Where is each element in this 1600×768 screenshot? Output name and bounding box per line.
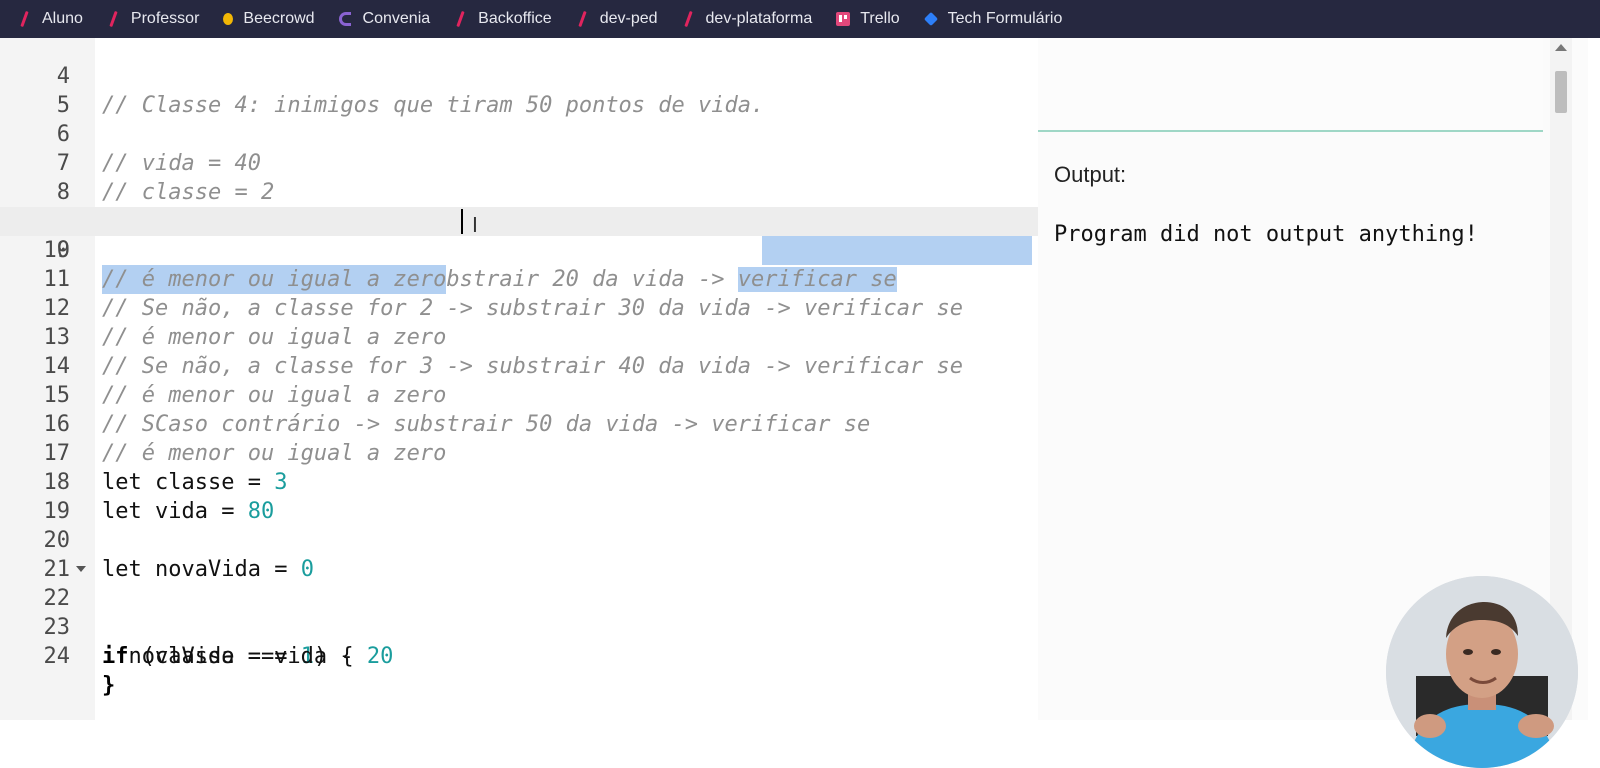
input-area[interactable] xyxy=(1038,38,1543,130)
presenter-image xyxy=(1386,576,1578,768)
code-line-6[interactable]: 6 // vida = 40 xyxy=(0,91,1038,176)
bookmark-label: Aluno xyxy=(42,10,83,27)
code-line-17[interactable]: 17 let classe = 3 xyxy=(0,410,1038,495)
bookmark-tech-formulario[interactable]: Tech Formulário xyxy=(924,10,1063,28)
code-editor[interactable]: 4 // Classe 4: inimigos que tiram 50 pon… xyxy=(0,38,1038,720)
scroll-up-arrow-icon[interactable] xyxy=(1555,44,1567,51)
fold-arrow-icon[interactable] xyxy=(76,566,86,572)
bookmark-dev-plataforma[interactable]: dev-plataforma xyxy=(682,10,813,28)
bookmarks-bar: Aluno Professor Beecrowd Convenia Backof… xyxy=(0,0,1600,38)
bookmark-label: Trello xyxy=(860,10,900,27)
code-line-14[interactable]: 14 // é menor ou igual a zero xyxy=(0,323,1038,408)
bookmark-label: Convenia xyxy=(362,10,431,27)
code-line-7[interactable]: 7 // classe = 2 xyxy=(0,120,1038,205)
slash-icon xyxy=(107,12,121,26)
bookmark-label: Tech Formulário xyxy=(947,10,1063,27)
code-line-9[interactable]: 9 // Se a classe for 1 -> substrair 20 d… xyxy=(0,178,1038,292)
code-line-16[interactable]: 16 // é menor ou igual a zero xyxy=(0,381,1038,466)
code-line-4[interactable]: 4 // Classe 4: inimigos que tiram 50 pon… xyxy=(0,38,1038,118)
code-line-18[interactable]: 18 let vida = 80 xyxy=(0,439,1038,524)
code-line-11[interactable]: 11 // Se não, a classe for 2 -> substrai… xyxy=(0,236,1038,321)
slash-icon xyxy=(18,12,32,26)
bookmark-convenia[interactable]: Convenia xyxy=(338,10,431,28)
code-line-23[interactable]: 23 novaVida = vida - 20 xyxy=(0,584,1038,669)
output-label: Output: xyxy=(1054,162,1127,187)
bookmark-label: Backoffice xyxy=(478,10,552,27)
code-line-13[interactable]: 13 // Se não, a classe for 3 -> substrai… xyxy=(0,294,1038,379)
bookmark-dev-ped[interactable]: dev-ped xyxy=(576,10,658,28)
bookmark-label: Professor xyxy=(130,10,200,27)
code-line-10[interactable]: 10 // é menor ou igual a zero I xyxy=(0,207,1038,294)
code-text: novaVida = vida - 20 xyxy=(102,642,393,671)
trello-icon xyxy=(836,12,851,26)
convenia-icon xyxy=(338,12,353,26)
code-line-15[interactable]: 15 // SCaso contrário -> substrair 50 da… xyxy=(0,352,1038,437)
slash-icon xyxy=(454,12,468,26)
line-number: 24 xyxy=(43,644,71,669)
slash-icon xyxy=(576,12,590,26)
code-part: novaVida = vida - xyxy=(102,644,367,669)
bookmark-professor[interactable]: Professor xyxy=(107,10,199,28)
code-line-20[interactable]: 20 let novaVida = 0 xyxy=(0,497,1038,582)
code-line-19[interactable]: 19 xyxy=(0,468,1038,524)
bookmark-aluno[interactable]: Aluno xyxy=(18,10,83,28)
code-line-5[interactable]: 5 xyxy=(0,62,1038,118)
code-line-22[interactable]: 22 if (classe === 1) { xyxy=(0,555,1038,669)
bookmark-label: dev-ped xyxy=(599,10,658,27)
code-text: } xyxy=(102,673,116,698)
webcam-overlay xyxy=(1386,576,1578,768)
number-literal: 20 xyxy=(366,644,394,669)
slash-icon xyxy=(682,12,696,26)
code-line-24[interactable]: 24 } xyxy=(0,613,1038,698)
bee-icon xyxy=(223,13,234,25)
bookmark-backoffice[interactable]: Backoffice xyxy=(454,10,552,28)
code-line-21[interactable]: 21 xyxy=(0,526,1038,582)
bookmark-trello[interactable]: Trello xyxy=(836,10,900,28)
bookmark-label: dev-plataforma xyxy=(705,10,813,27)
scroll-thumb[interactable] xyxy=(1555,71,1567,113)
text-caret xyxy=(461,209,463,234)
bookmark-label: Beecrowd xyxy=(243,10,315,27)
panel-divider xyxy=(1038,130,1543,132)
bookmark-beecrowd[interactable]: Beecrowd xyxy=(223,10,315,28)
diamond-icon xyxy=(924,12,938,26)
output-text: Program did not output anything! xyxy=(1054,222,1478,247)
code-line-8[interactable]: 8 xyxy=(0,149,1038,205)
code-line-12[interactable]: 12 // é menor ou igual a zero xyxy=(0,265,1038,350)
